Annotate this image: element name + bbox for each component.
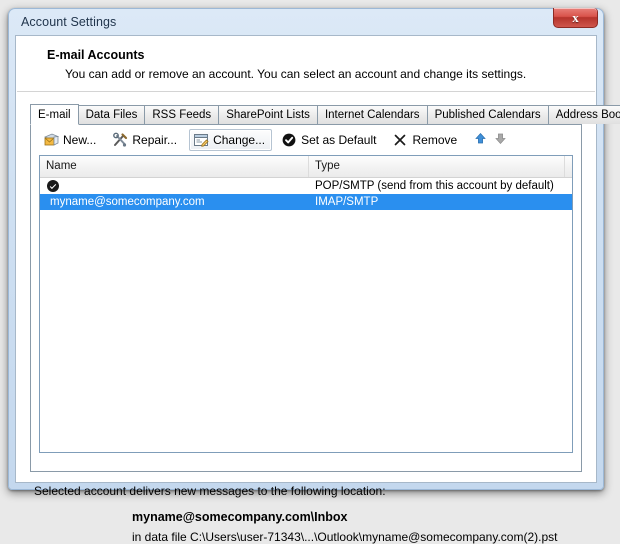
new-mail-icon [43, 132, 59, 148]
tab-strip: E-mail Data Files RSS Feeds SharePoint L… [30, 104, 596, 124]
delivery-info-label: Selected account delivers new messages t… [34, 484, 596, 498]
delivery-datafile-path: in data file C:\Users\user-71343\...\Out… [34, 524, 596, 544]
repair-account-button[interactable]: Repair... [108, 129, 184, 151]
window-close-button[interactable]: x [553, 8, 598, 28]
table-row[interactable]: myname@somecompany.com IMAP/SMTP [40, 194, 572, 210]
account-settings-window: Account Settings x E-mail Accounts You c… [8, 8, 604, 490]
set-as-default-button[interactable]: Set as Default [277, 129, 383, 151]
change-account-button[interactable]: Change... [189, 129, 272, 151]
remove-account-button[interactable]: Remove [388, 129, 464, 151]
move-up-button[interactable] [471, 131, 489, 149]
new-account-label: New... [63, 133, 96, 148]
tab-email[interactable]: E-mail [30, 104, 79, 125]
title-bar: Account Settings x [15, 9, 597, 35]
default-account-check-icon [47, 180, 59, 192]
x-icon [392, 132, 408, 148]
accounts-toolbar: New... Repair... [31, 125, 581, 155]
row-type-cell: POP/SMTP (send from this account by defa… [309, 180, 554, 192]
repair-account-label: Repair... [132, 133, 177, 148]
remove-account-label: Remove [412, 133, 457, 148]
tab-rss-feeds[interactable]: RSS Feeds [144, 105, 219, 124]
dialog-client-area: E-mail Accounts You can add or remove an… [15, 35, 597, 483]
column-header-extra[interactable] [565, 156, 572, 177]
new-account-button[interactable]: New... [39, 129, 103, 151]
page-subtitle: You can add or remove an account. You ca… [17, 62, 595, 81]
set-as-default-label: Set as Default [301, 133, 376, 148]
change-window-icon [193, 132, 209, 148]
page-title: E-mail Accounts [17, 48, 595, 62]
tab-data-files[interactable]: Data Files [78, 105, 146, 124]
arrow-down-icon [494, 132, 507, 148]
delivery-location-value: myname@somecompany.com\Inbox [34, 498, 596, 524]
row-name-cell [40, 178, 309, 194]
arrow-up-icon [474, 132, 487, 148]
tab-internet-calendars[interactable]: Internet Calendars [317, 105, 428, 124]
row-type-cell: IMAP/SMTP [309, 196, 378, 208]
tools-icon [112, 132, 128, 148]
move-down-button[interactable] [491, 131, 509, 149]
tab-panel-email: New... Repair... [30, 124, 582, 472]
tab-published-calendars[interactable]: Published Calendars [427, 105, 549, 124]
tab-sharepoint-lists[interactable]: SharePoint Lists [218, 105, 318, 124]
delivery-location-info: Selected account delivers new messages t… [16, 472, 596, 544]
column-header-type[interactable]: Type [309, 156, 565, 177]
window-title: Account Settings [15, 15, 116, 29]
change-account-label: Change... [213, 133, 265, 148]
column-header-name[interactable]: Name [40, 156, 309, 177]
row-name-cell: myname@somecompany.com [46, 194, 309, 210]
accounts-list[interactable]: Name Type POP/SMTP (send from this accou… [39, 155, 573, 453]
window-close-icon: x [572, 11, 579, 24]
header-band: E-mail Accounts You can add or remove an… [17, 36, 595, 92]
tab-address-books[interactable]: Address Books [548, 105, 620, 124]
table-row[interactable]: POP/SMTP (send from this account by defa… [40, 178, 572, 194]
check-circle-icon [281, 132, 297, 148]
list-header: Name Type [40, 156, 572, 178]
